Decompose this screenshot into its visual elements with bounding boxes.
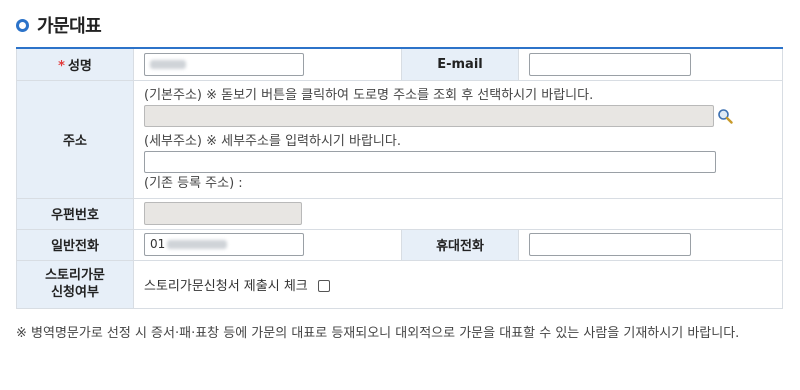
phone-cell: 01 — [133, 228, 402, 261]
mobile-label: 휴대전화 — [401, 228, 519, 261]
postal-row: 우편번호 — [16, 197, 783, 230]
story-row: 스토리가문 신청여부 스토리가문신청서 제출시 체크 — [16, 259, 783, 309]
section-header: 가문대표 — [16, 12, 102, 38]
phone-row: 일반전화 01 휴대전화 — [16, 228, 783, 261]
name-label: * 성명 — [16, 47, 134, 81]
email-cell — [518, 47, 783, 81]
representative-form: * 성명 E-mail 주소 (기본주소) ※ 돋보기 버튼을 클릭하여 도로명 … — [16, 47, 783, 309]
email-input[interactable] — [529, 52, 691, 76]
name-input[interactable] — [144, 52, 304, 76]
address-detail-note: (세부주소) ※ 세부주소를 입력하시기 바랍니다. — [144, 133, 401, 149]
address-row: 주소 (기본주소) ※ 돋보기 버튼을 클릭하여 도로명 주소를 조회 후 선택… — [16, 79, 783, 199]
redacted-name — [150, 59, 186, 69]
name-email-row: * 성명 E-mail — [16, 47, 783, 81]
address-detail-input[interactable] — [144, 150, 716, 173]
magnifier-icon[interactable] — [717, 108, 733, 124]
address-basic-input[interactable] — [144, 104, 714, 127]
address-cell: (기본주소) ※ 돋보기 버튼을 클릭하여 도로명 주소를 조회 후 선택하시기… — [133, 79, 783, 199]
postal-label: 우편번호 — [16, 197, 134, 230]
ring-bullet-icon — [16, 18, 29, 32]
postal-input[interactable] — [144, 202, 302, 225]
address-label: 주소 — [16, 79, 134, 199]
story-cell: 스토리가문신청서 제출시 체크 — [133, 259, 783, 309]
address-basic-note: (기본주소) ※ 돋보기 버튼을 클릭하여 도로명 주소를 조회 후 선택하시기… — [144, 87, 594, 103]
footnote: ※ 병역명문가로 선정 시 증서·패·표창 등에 가문의 대표로 등재되오니 대… — [16, 326, 740, 341]
phone-label: 일반전화 — [16, 228, 134, 261]
phone-input[interactable]: 01 — [144, 233, 304, 256]
mobile-cell — [518, 228, 783, 261]
required-mark: * — [58, 58, 65, 74]
story-check-text: 스토리가문신청서 제출시 체크 — [144, 278, 308, 294]
address-old-note: (기존 등록 주소) : — [144, 175, 243, 191]
section-title: 가문대표 — [37, 16, 102, 37]
postal-cell — [133, 197, 783, 230]
email-label: E-mail — [401, 47, 519, 81]
story-label: 스토리가문 신청여부 — [16, 259, 134, 309]
story-checkbox[interactable] — [317, 280, 330, 292]
mobile-input[interactable] — [529, 233, 691, 256]
redacted-phone — [167, 240, 228, 249]
name-cell — [133, 47, 402, 81]
